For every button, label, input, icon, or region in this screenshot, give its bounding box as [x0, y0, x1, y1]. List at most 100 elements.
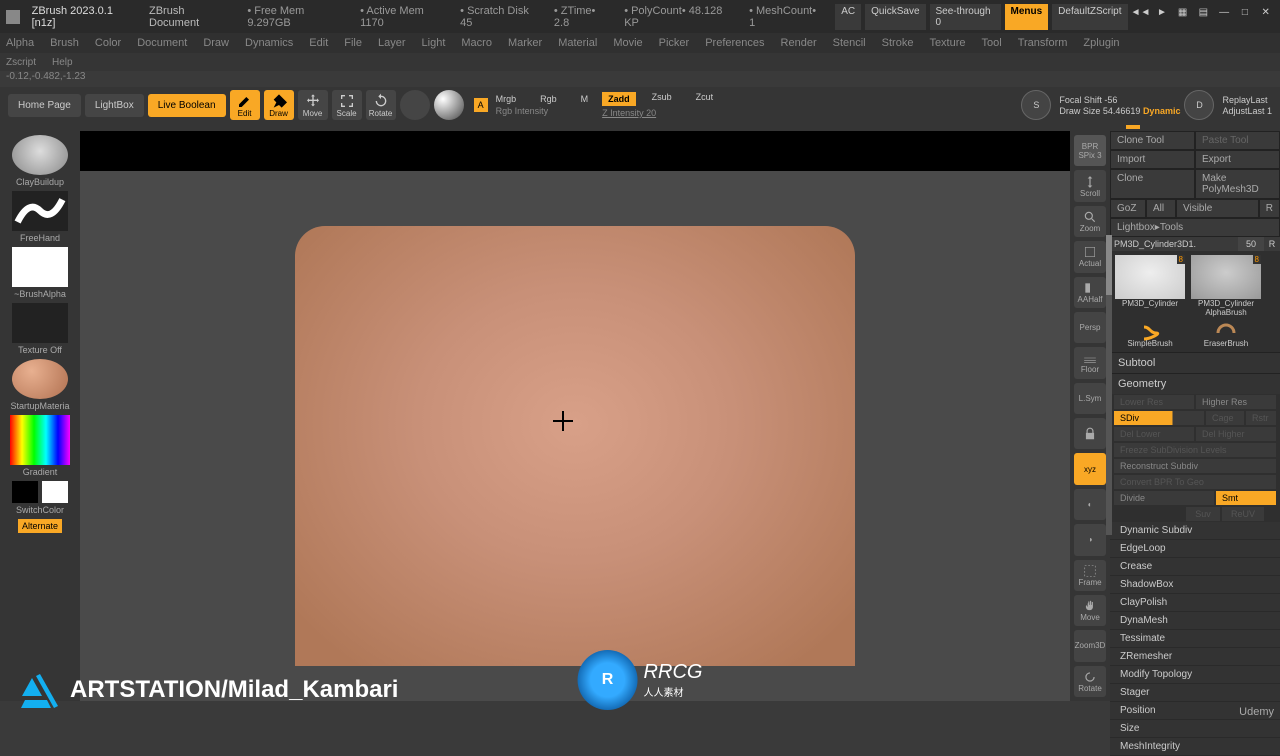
divide-button[interactable]: Divide	[1114, 491, 1214, 505]
clone-tool-button[interactable]: Clone Tool	[1110, 131, 1195, 150]
menu-marker[interactable]: Marker	[508, 37, 542, 49]
cage-button[interactable]: Cage	[1206, 411, 1244, 425]
move-mode-button[interactable]: Move	[298, 90, 328, 120]
draw-size-slider[interactable]: Draw Size 54.46619	[1059, 106, 1140, 116]
persp-button[interactable]: Persp	[1074, 312, 1106, 343]
close-icon[interactable]: ✕	[1257, 4, 1274, 22]
menu-edit[interactable]: Edit	[309, 37, 328, 49]
window-grid-icon[interactable]: ▦	[1174, 4, 1191, 22]
replay-dial[interactable]: D	[1184, 90, 1214, 120]
export-button[interactable]: Export	[1195, 150, 1280, 169]
switch-color-button[interactable]: SwitchColor	[16, 505, 64, 515]
history-strip[interactable]	[0, 123, 1280, 131]
home-page-button[interactable]: Home Page	[8, 94, 81, 117]
edgeloop-item[interactable]: EdgeLoop	[1110, 540, 1280, 558]
replay-last-button[interactable]: ReplayLast	[1222, 95, 1272, 105]
texture-selector[interactable]	[12, 303, 68, 343]
lightbox-tools-button[interactable]: Lightbox▸Tools	[1110, 218, 1280, 237]
tool-name-field[interactable]: PM3D_Cylinder3D1.	[1110, 237, 1238, 251]
menu-picker[interactable]: Picker	[659, 37, 690, 49]
tessimate-item[interactable]: Tessimate	[1110, 630, 1280, 648]
help-button[interactable]: Help	[52, 57, 73, 68]
frame-button[interactable]: Frame	[1074, 560, 1106, 591]
scale-mode-button[interactable]: Scale	[332, 90, 362, 120]
m-button[interactable]: M	[581, 94, 589, 104]
scroll-button[interactable]: Scroll	[1074, 170, 1106, 201]
subtool-section[interactable]: Subtool	[1110, 352, 1280, 373]
reuv-button[interactable]: ReUV	[1222, 507, 1264, 521]
simple-brush-thumb[interactable]: SimpleBrush	[1114, 321, 1186, 348]
adjust-last-slider[interactable]: AdjustLast 1	[1222, 106, 1272, 116]
size-item[interactable]: Size	[1110, 720, 1280, 738]
actual-button[interactable]: Actual	[1074, 241, 1106, 272]
window-next-icon[interactable]: ►	[1154, 4, 1171, 22]
tool-r-button[interactable]: R	[1264, 237, 1280, 251]
tool-thumb-2[interactable]: 8 PM3D_Cylinder AlphaBrush	[1190, 255, 1262, 317]
stager-item[interactable]: Stager	[1110, 684, 1280, 702]
zremesher-item[interactable]: ZRemesher	[1110, 648, 1280, 666]
menu-material[interactable]: Material	[558, 37, 597, 49]
del-higher-button[interactable]: Del Higher	[1196, 427, 1276, 441]
bpr-button[interactable]: BPRSPix 3	[1074, 135, 1106, 166]
window-arrange-icon[interactable]: ▤	[1195, 4, 1212, 22]
menu-brush[interactable]: Brush	[50, 37, 79, 49]
eraser-brush-thumb[interactable]: EraserBrush	[1190, 321, 1262, 348]
transp-button[interactable]: ◐	[1074, 489, 1106, 520]
mrgb-a-toggle[interactable]: A	[474, 98, 488, 112]
convert-bpr-button[interactable]: Convert BPR To Geo	[1114, 475, 1276, 489]
menu-dynamics[interactable]: Dynamics	[245, 37, 293, 49]
menu-light[interactable]: Light	[422, 37, 446, 49]
goz-all-button[interactable]: All	[1146, 199, 1176, 218]
modify-topology-item[interactable]: Modify Topology	[1110, 666, 1280, 684]
swatch-primary[interactable]	[42, 481, 68, 503]
goz-visible-button[interactable]: Visible	[1176, 199, 1259, 218]
xyz-button[interactable]: xyz	[1074, 453, 1106, 484]
material-preview-button[interactable]	[434, 90, 464, 120]
focal-dial[interactable]: S	[1021, 90, 1051, 120]
focal-shift-slider[interactable]: Focal Shift -56	[1059, 95, 1180, 105]
zoom-button[interactable]: Zoom	[1074, 206, 1106, 237]
goz-r-button[interactable]: R	[1259, 199, 1280, 218]
rotate-nav-button[interactable]: Rotate	[1074, 666, 1106, 697]
rgb-intensity-slider[interactable]: Rgb Intensity	[496, 106, 589, 116]
menu-draw[interactable]: Draw	[203, 37, 229, 49]
alternate-button[interactable]: Alternate	[18, 519, 62, 533]
default-zscript-button[interactable]: DefaultZScript	[1052, 4, 1127, 30]
zcut-button[interactable]: Zcut	[696, 92, 714, 106]
minimize-icon[interactable]: —	[1216, 4, 1233, 22]
geometry-section[interactable]: Geometry	[1110, 373, 1280, 394]
floor-button[interactable]: Floor	[1074, 347, 1106, 378]
crease-item[interactable]: Crease	[1110, 558, 1280, 576]
menu-alpha[interactable]: Alpha	[6, 37, 34, 49]
paste-tool-button[interactable]: Paste Tool	[1195, 131, 1280, 150]
stroke-selector[interactable]	[12, 191, 68, 231]
maximize-icon[interactable]: □	[1237, 4, 1254, 22]
move-nav-button[interactable]: Move	[1074, 595, 1106, 626]
color-picker[interactable]	[10, 415, 70, 465]
menus-button[interactable]: Menus	[1005, 4, 1049, 30]
del-lower-button[interactable]: Del Lower	[1114, 427, 1194, 441]
edit-mode-button[interactable]: Edit	[230, 90, 260, 120]
window-prev-icon[interactable]: ◄◄	[1132, 4, 1150, 22]
sdiv-slider[interactable]: SDiv	[1114, 411, 1204, 425]
rgb-button[interactable]: Rgb	[540, 94, 557, 104]
menu-stroke[interactable]: Stroke	[882, 37, 914, 49]
menu-render[interactable]: Render	[781, 37, 817, 49]
shadowbox-item[interactable]: ShadowBox	[1110, 576, 1280, 594]
menu-macro[interactable]: Macro	[461, 37, 492, 49]
solo-button[interactable]: ◑	[1074, 524, 1106, 555]
canvas[interactable]	[80, 131, 1070, 701]
clone-button[interactable]: Clone	[1110, 169, 1195, 199]
see-through-slider[interactable]: See-through 0	[930, 4, 1001, 30]
zscript-button[interactable]: Zscript	[6, 57, 36, 68]
quicksave-button[interactable]: QuickSave	[865, 4, 925, 30]
right-panel-scrollbar[interactable]	[1106, 235, 1112, 535]
ac-button[interactable]: AC	[835, 4, 861, 30]
aahalf-button[interactable]: AAHalf	[1074, 277, 1106, 308]
sculptris-button[interactable]	[400, 90, 430, 120]
menu-zplugin[interactable]: Zplugin	[1083, 37, 1119, 49]
dynamic-subdiv-item[interactable]: Dynamic Subdiv	[1110, 522, 1280, 540]
lightbox-button[interactable]: LightBox	[85, 94, 144, 117]
alpha-selector[interactable]	[12, 247, 68, 287]
swatch-secondary[interactable]	[12, 481, 38, 503]
